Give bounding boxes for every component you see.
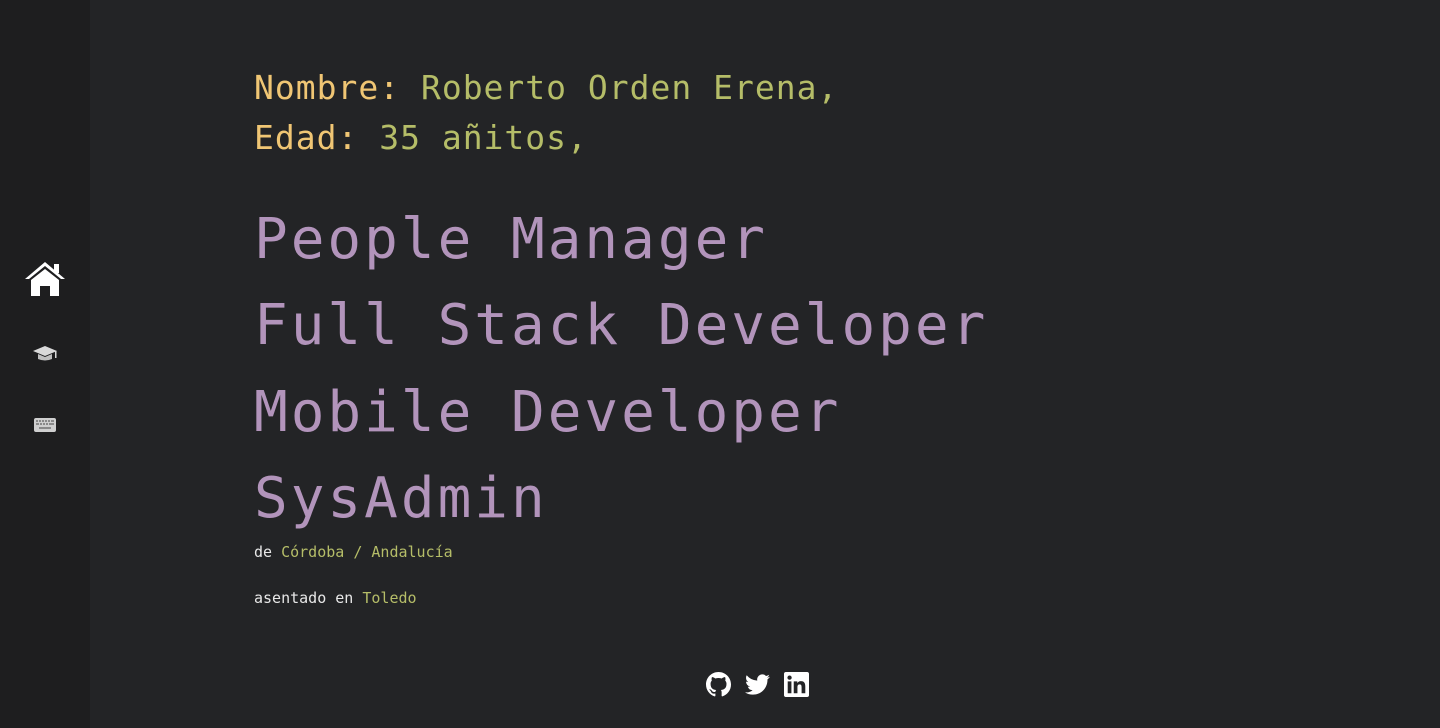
- role-people-manager: People Manager: [254, 207, 769, 272]
- age-separator: ,: [567, 118, 588, 157]
- role-sysadmin: SysAdmin: [254, 466, 548, 531]
- twitter-link[interactable]: [745, 672, 770, 697]
- origin-prefix: de: [254, 543, 273, 561]
- origin-line: de Córdoba / Andalucía: [254, 543, 453, 561]
- twitter-icon: [745, 674, 770, 695]
- based-value: Toledo: [362, 589, 417, 607]
- home-icon: [25, 262, 65, 296]
- linkedin-link[interactable]: [784, 672, 809, 697]
- sidebar: [0, 0, 90, 728]
- github-icon: [706, 672, 731, 697]
- name-key: Nombre:: [254, 68, 401, 107]
- name-separator: ,: [817, 68, 839, 107]
- age-line: Edad: 35 añitos,: [254, 118, 588, 157]
- nav-home[interactable]: [0, 258, 90, 300]
- origin-value: Córdoba / Andalucía: [281, 543, 453, 561]
- github-link[interactable]: [706, 672, 731, 697]
- linkedin-icon: [784, 672, 809, 697]
- age-key: Edad:: [254, 118, 359, 157]
- nav-education[interactable]: [0, 340, 90, 366]
- age-value: 35 añitos: [379, 118, 568, 157]
- name-value: Roberto Orden Erena: [420, 68, 818, 107]
- name-line: Nombre: Roberto Orden Erena,: [254, 68, 838, 107]
- main-content: Nombre: Roberto Orden Erena, Edad: 35 añ…: [254, 0, 1354, 728]
- based-prefix: asentado en: [254, 589, 354, 607]
- graduation-cap-icon: [33, 346, 57, 361]
- role-full-stack-developer: Full Stack Developer: [254, 293, 989, 358]
- role-mobile-developer: Mobile Developer: [254, 380, 842, 445]
- based-line: asentado en Toledo: [254, 589, 417, 607]
- social-links: [706, 672, 809, 697]
- keyboard-icon: [34, 418, 56, 432]
- nav-projects[interactable]: [0, 413, 90, 437]
